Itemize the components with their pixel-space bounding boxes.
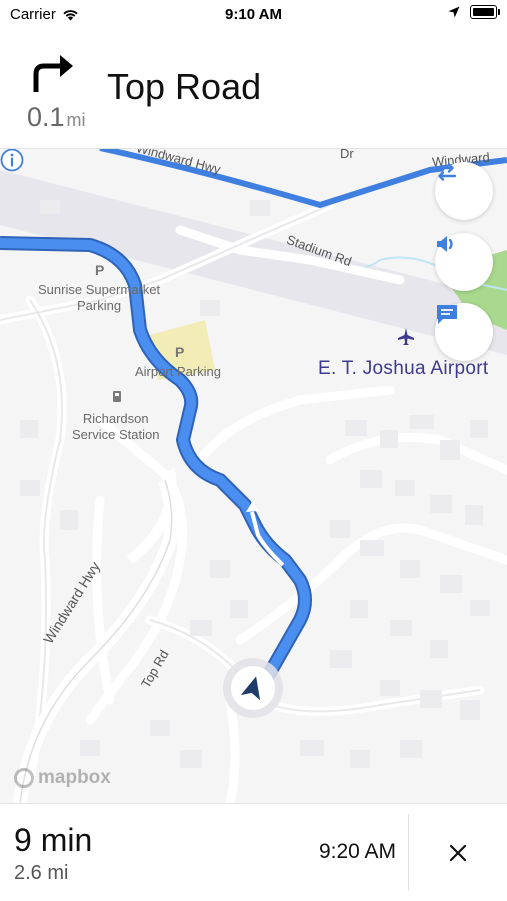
map-canvas [0, 148, 507, 803]
instruction-banner[interactable]: 0.1 mi Top Road [0, 30, 507, 149]
feedback-icon [437, 305, 457, 324]
end-navigation-button[interactable] [408, 804, 507, 901]
map-view[interactable]: Windward Hwy Dr Windward Stadium Rd P Su… [0, 148, 507, 803]
location-arrow-icon [448, 6, 460, 18]
label-airport-parking: Airport Parking [135, 364, 221, 379]
trip-distance: 2.6 mi [14, 862, 69, 884]
speaker-icon [437, 236, 453, 252]
parking-symbol-2: P [175, 344, 185, 360]
mute-button[interactable] [435, 233, 493, 291]
label-sunrise-parking: Sunrise Supermarket Parking [38, 282, 161, 313]
street-name: Top Road [107, 66, 262, 107]
turn-right-icon [33, 55, 73, 92]
status-bar: Carrier 9:10 AM [0, 0, 507, 30]
mapbox-mark-icon [14, 768, 34, 788]
feedback-button[interactable] [435, 303, 493, 361]
status-time: 9:10 AM [225, 6, 282, 23]
parking-symbol-1: P [95, 262, 105, 278]
trip-summary-bar: 9 min 2.6 mi 9:20 AM [0, 803, 507, 901]
fuel-icon [113, 391, 121, 402]
distance-unit: mi [66, 110, 86, 130]
status-right [448, 5, 500, 19]
trip-duration: 9 min [14, 822, 93, 858]
maneuver-distance: 0.1 mi [27, 102, 86, 133]
mapbox-wordmark: mapbox [38, 767, 111, 788]
mapbox-logo[interactable]: mapbox [14, 767, 111, 789]
close-icon [449, 844, 466, 861]
label-service-station: Richardson Service Station [72, 411, 160, 442]
label-dr: Dr [340, 148, 354, 161]
distance-value: 0.1 [27, 102, 65, 132]
arrival-time: 9:20 AM [318, 840, 396, 863]
label-airport: E. T. Joshua Airport [318, 358, 489, 379]
info-icon[interactable] [0, 148, 24, 172]
airport-icon [398, 328, 414, 345]
battery-icon [470, 5, 500, 19]
route-overview-icon [435, 163, 457, 181]
route-overview-button[interactable] [435, 162, 493, 220]
